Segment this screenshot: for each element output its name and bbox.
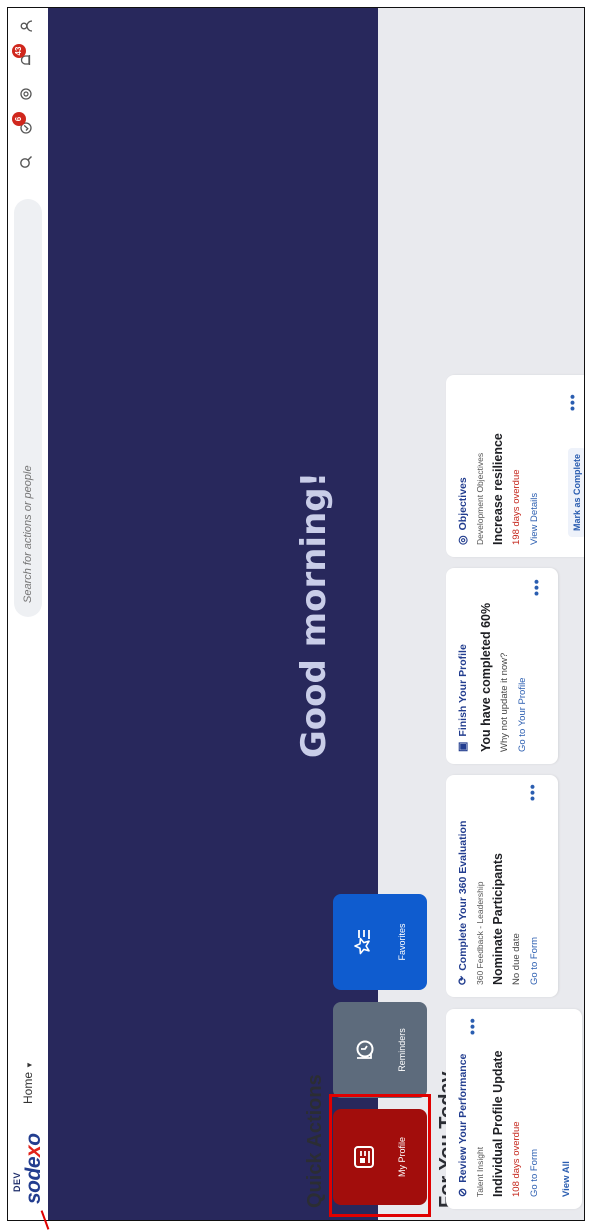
quick-actions-title: Quick Actions (304, 1074, 326, 1208)
target-icon: ◎ (457, 535, 469, 545)
favorites-label: Favorites (397, 923, 407, 961)
evaluation-360-card[interactable]: ⟳ Complete Your 360 Evaluation 360 Feedb… (446, 775, 558, 997)
more-options-icon[interactable]: ••• (528, 578, 544, 596)
card-title: ⟳ Complete Your 360 Evaluation (456, 787, 470, 985)
check-circle-icon: ⊘ (457, 1187, 469, 1197)
card-main-text: Increase resilience (491, 433, 505, 545)
screenshot-frame: DEV sodexo Home ▼ 6 43 (7, 7, 585, 1221)
annotation-highlight-box (329, 1094, 431, 1217)
objectives-card[interactable]: ◎ Objectives Development Objectives Incr… (446, 375, 584, 557)
profile-prompt: Why not update it now? (499, 652, 510, 752)
card-title: ◎ Objectives (456, 387, 470, 545)
approvals-badge: 6 (12, 112, 26, 126)
welcome-banner: Good morning! (48, 8, 378, 1220)
more-options-icon[interactable]: ••• (524, 783, 540, 801)
chevron-down-icon: ▼ (25, 1061, 34, 1069)
card-title: ⊘ Review Your Performance (456, 1021, 470, 1197)
performance-review-card[interactable]: ⊘ Review Your Performance Talent Insight… (446, 1009, 582, 1209)
card-title-text: Objectives (456, 477, 469, 531)
greeting-text: Good morning! (294, 471, 334, 759)
card-main-text: Nominate Participants (491, 853, 505, 985)
approvals-icon[interactable]: 6 (12, 112, 38, 138)
view-details-link[interactable]: View Details (529, 493, 540, 545)
home-menu-label: Home (21, 1071, 35, 1104)
search-icon[interactable] (18, 152, 38, 172)
help-icon[interactable] (18, 84, 38, 104)
home-menu[interactable]: Home ▼ (21, 1061, 35, 1104)
more-options-icon[interactable]: ••• (464, 1017, 480, 1035)
profile-icon: ▣ (457, 741, 469, 752)
card-title-text: Complete Your 360 Evaluation (456, 820, 469, 971)
dev-environment-label: DEV (12, 1171, 22, 1192)
card-title-text: Review Your Performance (456, 1053, 469, 1183)
top-navigation-bar: DEV sodexo Home ▼ 6 43 (8, 8, 49, 1220)
card-title: ▣ Finish Your Profile (456, 580, 470, 752)
card-subtitle: Development Objectives (475, 452, 485, 545)
go-to-form-link[interactable]: Go to Form (529, 1149, 540, 1197)
card-title-text: Finish Your Profile (456, 644, 469, 737)
refresh-icon: ⟳ (457, 975, 469, 985)
notifications-badge: 43 (12, 44, 26, 58)
card-subtitle: 360 Feedback - Leadership (475, 881, 485, 986)
go-to-profile-link[interactable]: Go to Your Profile (517, 678, 528, 752)
favorites-action[interactable]: Favorites (333, 894, 427, 990)
bell-icon[interactable]: 43 (12, 44, 38, 70)
reminders-action[interactable]: Reminders (333, 1002, 427, 1098)
user-avatar-icon[interactable] (18, 16, 38, 36)
more-options-icon[interactable]: ••• (564, 393, 580, 411)
reminders-label: Reminders (397, 1028, 407, 1072)
view-all-link[interactable]: View All (561, 1161, 572, 1197)
card-main-text: Individual Profile Update (491, 1050, 505, 1197)
card-main-text: You have completed 60% (479, 602, 493, 752)
reminder-icon (351, 1002, 383, 1098)
search-input[interactable] (14, 199, 42, 617)
due-date-status: No due date (511, 933, 522, 985)
overdue-status: 198 days overdue (511, 469, 522, 545)
sodexo-logo[interactable]: DEV sodexo (12, 1133, 45, 1204)
overdue-status: 108 days overdue (511, 1121, 522, 1197)
card-subtitle: Talent Insight (475, 1146, 485, 1197)
finish-profile-card[interactable]: ▣ Finish Your Profile You have completed… (446, 568, 558, 764)
logo-wordmark: sodexo (22, 1133, 45, 1204)
mark-as-complete-button[interactable]: Mark as Complete (568, 447, 584, 537)
search-box[interactable] (14, 199, 42, 617)
rotated-page: DEV sodexo Home ▼ 6 43 (8, 8, 584, 1220)
go-to-form-link[interactable]: Go to Form (529, 937, 540, 985)
star-list-icon (351, 894, 383, 990)
